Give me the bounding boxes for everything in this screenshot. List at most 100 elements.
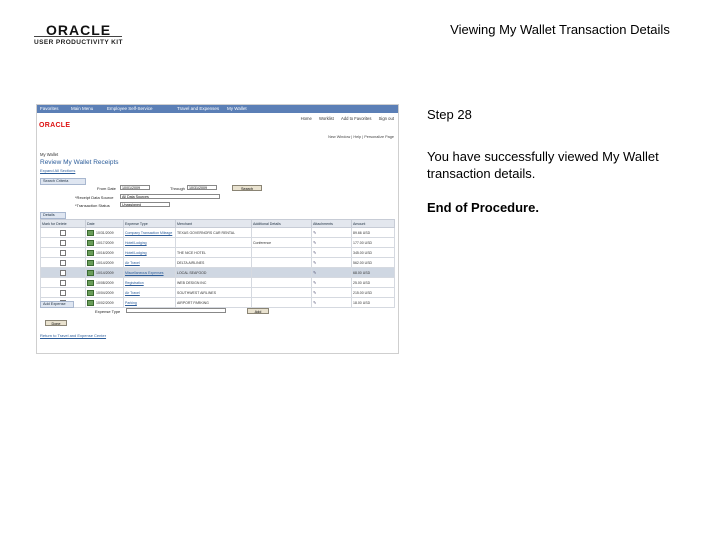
nav-travel-expenses[interactable]: Travel and Expenses [177,106,219,111]
additional-details-cell [251,267,312,278]
receipt-icon [87,289,94,296]
expense-type-select[interactable] [126,308,226,313]
table-row[interactable]: 10/17/2009 Hotel/Lodging Conference ✎ 177.00… [40,237,395,248]
table-row[interactable]: 10/02/2009 Parking AIRPORT PARKING ✎ 18.00 U… [40,297,395,308]
expense-type-text[interactable]: Registration [125,281,144,285]
date-text: 10/14/2009 [96,270,114,275]
search-button[interactable]: Search [232,185,262,191]
date-text: 10/17/2009 [96,240,114,245]
from-date-field[interactable]: 10/01/2009 [120,185,150,190]
expense-type-text[interactable]: Miscellaneous Expenses [125,271,164,275]
source-select[interactable]: All Data Sources [120,194,220,199]
receipt-icon [87,249,94,256]
merchant-text: WEB DESIGN INC [177,280,207,285]
attachment-icon[interactable]: ✎ [313,250,316,255]
delete-checkbox[interactable] [60,229,66,236]
attachments-cell: ✎ [311,277,352,288]
merchant-text: SOUTHWEST AIRLINES [177,290,217,295]
mark-delete-cell [40,257,86,268]
delete-checkbox[interactable] [60,239,66,246]
additional-details-cell [251,257,312,268]
expense-type-text[interactable]: Company Transaction Mileage [125,231,172,235]
through-label: Through [170,186,185,191]
additional-details-cell [251,277,312,288]
date-text: 10/31/2009 [96,230,114,235]
search-section-header[interactable]: Search Criteria [40,178,86,185]
table-row[interactable]: 10/31/2009 Company Transaction Mileage TEX… [40,227,395,238]
expense-type-text[interactable]: Air Travel [125,261,140,265]
top-links[interactable]: New Window | Help | Personalize Page [328,135,394,139]
date-text: 10/14/2009 [96,260,114,265]
expense-type-text[interactable]: Hotel/Lodging [125,251,147,255]
attachment-icon[interactable]: ✎ [313,290,316,295]
amount-cell: 18.00 USD [351,297,395,308]
col-additional-details: Additional Details [251,219,312,228]
app-brand: ORACLE [39,122,71,129]
expense-type-text[interactable]: Parking [125,301,137,305]
nav-main-menu[interactable]: Main Menu [71,106,93,111]
details-section-header[interactable]: Details [40,212,66,219]
nav-favorites[interactable]: Favorites [40,106,59,111]
date-text: 10/08/2009 [96,280,114,285]
breadcrumb: My Wallet [40,152,59,157]
attachment-icon[interactable]: ✎ [313,270,316,275]
amount-cell: 562.00 USD [351,257,395,268]
add-favorites-link[interactable]: Add to Favorites [341,116,372,121]
done-button[interactable]: Done [45,320,67,326]
expense-type-label: Expense Type [95,309,121,314]
table-row[interactable]: 10/14/2009 Air Travel DELTA AIRLINES ✎ 562.0… [40,257,395,268]
step-description: You have successfully viewed My Wallet t… [427,149,659,181]
table-row[interactable]: 10/16/2009 Hotel/Lodging THE NICE HOTEL ✎ 34… [40,247,395,258]
nav-my-wallet[interactable]: My Wallet [227,106,247,111]
delete-checkbox[interactable] [60,249,66,256]
return-link[interactable]: Return to Travel and Expense Center [40,333,106,338]
delete-checkbox[interactable] [60,279,66,286]
expense-type-text[interactable]: Hotel/Lodging [125,241,147,245]
add-expense-section-header[interactable]: Add Expense [40,301,74,308]
delete-checkbox[interactable] [60,289,66,296]
amount-text: 345.00 USD [353,250,373,255]
mark-delete-cell [40,287,86,298]
table-row[interactable]: 10/08/2009 Registration WEB DESIGN INC ✎ 25.… [40,277,395,288]
delete-checkbox[interactable] [60,259,66,266]
amount-text: 25.00 USD [353,280,371,285]
merchant-text: THE NICE HOTEL [177,250,206,255]
amount-cell: 215.00 USD [351,287,395,298]
additional-details-cell [251,247,312,258]
worklist-link[interactable]: Worklist [319,116,334,121]
additional-details-cell: Conference [251,237,312,248]
table-row[interactable]: 10/14/2009 Miscellaneous Expenses LOCAL SE… [40,267,395,278]
amount-text: 68.00 USD [353,270,371,275]
mark-delete-cell [40,237,86,248]
merchant-cell: THE NICE HOTEL [175,247,252,258]
table-row[interactable]: 10/04/2009 Air Travel SOUTHWEST AIRLINES ✎ 2… [40,287,395,298]
attachment-icon[interactable]: ✎ [313,300,316,305]
attachment-icon[interactable]: ✎ [313,260,316,265]
nav-self-service[interactable]: Employee Self-Service [107,106,153,111]
amount-text: 18.00 USD [353,300,371,305]
expense-type-cell: Registration [123,277,176,288]
attachments-cell: ✎ [311,247,352,258]
receipt-icon [87,259,94,266]
attachment-icon[interactable]: ✎ [313,230,316,235]
sign-out-link[interactable]: Sign out [379,116,394,121]
attachments-cell: ✎ [311,287,352,298]
status-label: *Transaction Status [75,203,110,208]
expense-type-text[interactable]: Air Travel [125,291,140,295]
col-merchant: Merchant [175,219,252,228]
merchant-text: TEXAS GOVERNORS CAR RENTAL [177,230,236,235]
home-link[interactable]: Home [301,116,312,121]
amount-cell: 345.00 USD [351,247,395,258]
delete-checkbox[interactable] [60,269,66,276]
date-cell: 10/16/2009 [85,247,124,258]
attachment-icon[interactable]: ✎ [313,280,316,285]
header-links: Home Worklist Add to Favorites Sign out [295,116,394,121]
amount-text: 177.00 USD [353,240,373,245]
status-select[interactable]: Unassigned [120,202,170,207]
attachments-cell: ✎ [311,237,352,248]
additional-details-text: Conference [253,240,272,245]
expand-all-link[interactable]: Expand All Sections [40,168,75,173]
add-button[interactable]: Add [247,308,269,314]
attachment-icon[interactable]: ✎ [313,240,316,245]
through-date-field[interactable]: 10/31/2009 [187,185,217,190]
